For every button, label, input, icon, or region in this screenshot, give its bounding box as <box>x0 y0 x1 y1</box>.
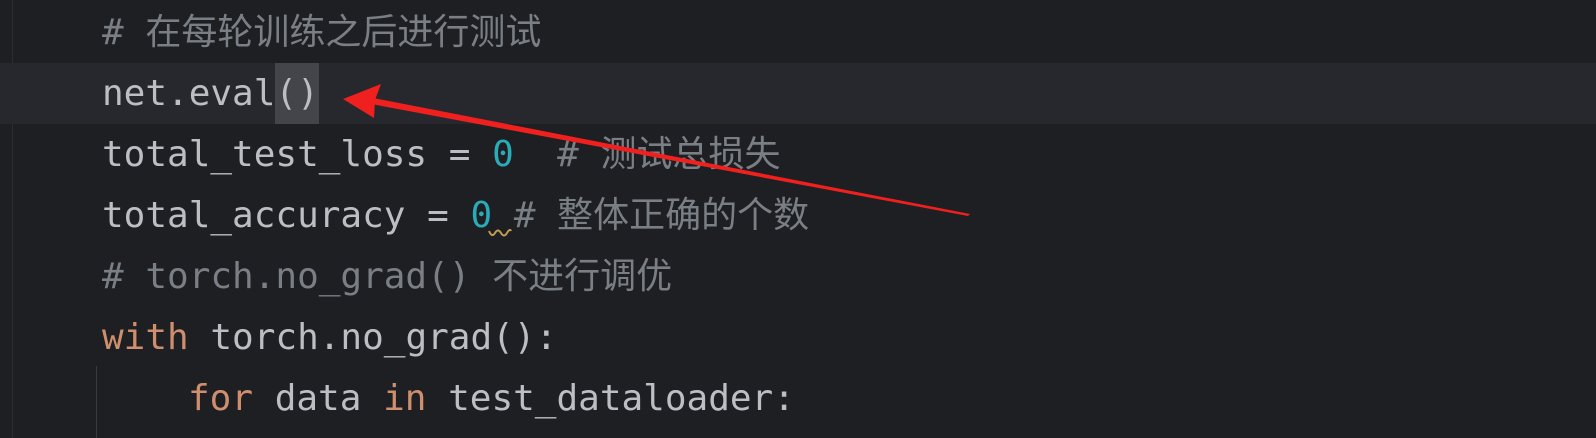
code-editor[interactable]: # 在每轮训练之后进行测试 net.eval() total_test_loss… <box>0 0 1596 438</box>
code-line-2-current[interactable]: net.eval() <box>0 63 1596 124</box>
code-text: for data in test_dataloader: <box>188 368 795 429</box>
warning-squiggle-icon[interactable] <box>488 228 512 240</box>
code-text: net.eval() <box>102 63 319 124</box>
keyword-in: in <box>383 378 427 419</box>
iterable-text: test_dataloader: <box>426 378 795 419</box>
comment-text: # torch.no_grad() 不进行调优 <box>102 256 673 297</box>
comment-text: # 整体正确的个数 <box>492 195 810 236</box>
code-line-7[interactable]: for data in test_dataloader: <box>0 368 1596 429</box>
assignment-text: total_accuracy = <box>102 195 471 236</box>
code-line-3[interactable]: total_test_loss = 0 # 测试总损失 <box>0 124 1596 185</box>
assignment-text: total_test_loss = <box>102 134 493 175</box>
statement-text: torch.no_grad(): <box>188 317 558 358</box>
code-line-4[interactable]: total_accuracy = 0 # 整体正确的个数 <box>0 185 1596 246</box>
code-text: with torch.no_grad(): <box>102 307 557 368</box>
code-line-5[interactable]: # torch.no_grad() 不进行调优 <box>0 246 1596 307</box>
code-line-1[interactable]: # 在每轮训练之后进行测试 <box>0 2 1596 63</box>
keyword-for: for <box>188 378 254 419</box>
matched-parentheses: () <box>275 63 319 124</box>
comment-text: # 测试总损失 <box>513 134 781 175</box>
code-line-6[interactable]: with torch.no_grad(): <box>0 307 1596 368</box>
identifier-net-eval: net.eval <box>102 73 276 114</box>
code-text: total_test_loss = 0 # 测试总损失 <box>102 124 781 185</box>
comment-text: # 在每轮训练之后进行测试 <box>102 12 542 53</box>
loop-variable: data <box>253 378 384 419</box>
code-text: total_accuracy = 0 # 整体正确的个数 <box>102 185 809 246</box>
number-literal: 0 <box>492 134 514 175</box>
keyword-with: with <box>102 317 189 358</box>
